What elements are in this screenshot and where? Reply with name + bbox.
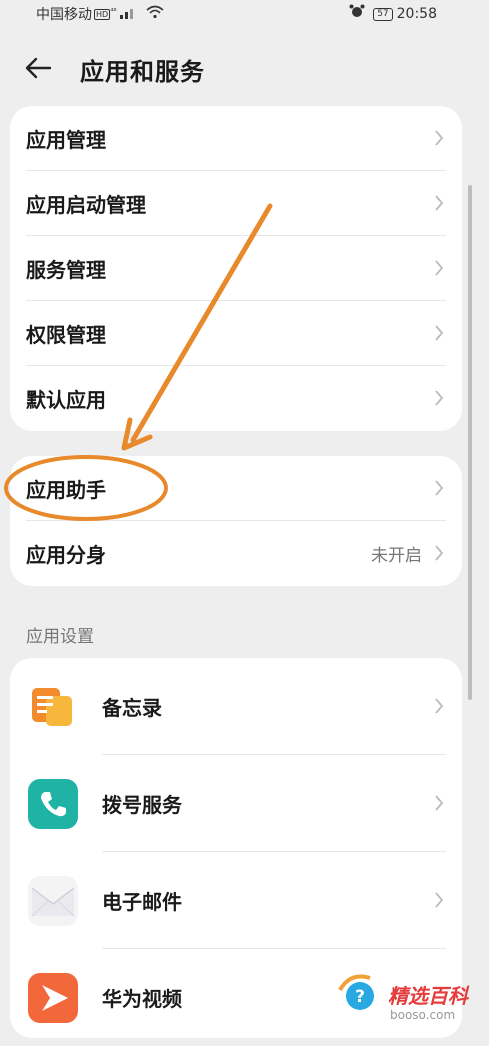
annotation-highlight-circle <box>4 455 168 521</box>
svg-text:?: ? <box>355 987 365 1007</box>
watermark-site: booso.com <box>390 1008 456 1022</box>
question-badge-icon: ? <box>336 974 380 1018</box>
watermark: ? 精选百科 booso.com <box>330 966 480 1024</box>
annotation-overlay <box>4 203 273 521</box>
watermark-brand: 精选百科 <box>388 984 468 1008</box>
annotation-arrow <box>130 203 273 443</box>
